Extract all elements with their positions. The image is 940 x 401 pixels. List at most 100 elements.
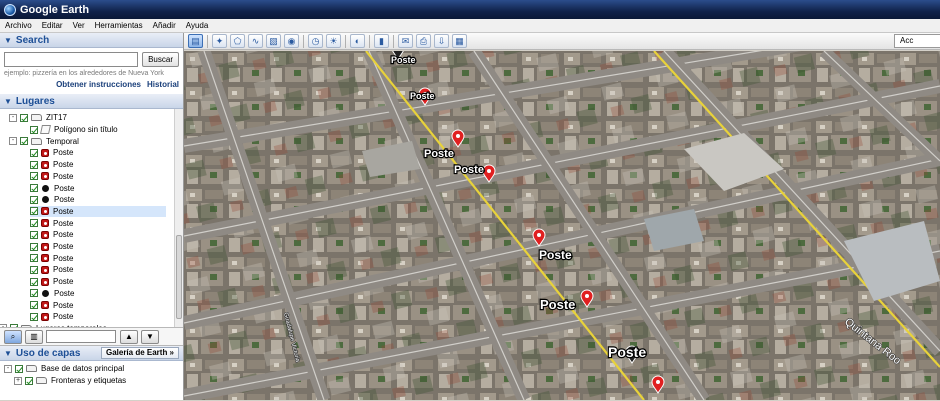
history-icon[interactable]: ◷ xyxy=(308,34,323,48)
places-item-row[interactable]: Poste xyxy=(30,276,166,288)
placemark-label: Poste xyxy=(424,148,454,160)
email-icon[interactable]: ✉ xyxy=(398,34,413,48)
places-item-label: Poste xyxy=(54,183,75,193)
sidebar-icon[interactable]: ▤ xyxy=(188,34,203,48)
visibility-checkbox[interactable] xyxy=(30,207,38,216)
places-folder-row[interactable]: - Temporal xyxy=(9,135,166,147)
visibility-checkbox[interactable] xyxy=(30,219,38,228)
places-item-row[interactable]: Poste xyxy=(30,171,166,183)
collapse-icon[interactable]: - xyxy=(0,324,7,327)
places-folder-row[interactable]: - Lugares temporales xyxy=(0,323,166,327)
maps-icon[interactable]: ▦ xyxy=(452,34,467,48)
tour-icon[interactable]: ◉ xyxy=(284,34,299,48)
places-item-row[interactable]: Poste xyxy=(30,311,166,323)
places-folder-row[interactable]: - ZIT17 xyxy=(9,112,166,124)
black-placemark-icon xyxy=(42,184,49,192)
search-input[interactable] xyxy=(4,52,139,67)
visibility-checkbox[interactable] xyxy=(30,160,38,169)
path-icon[interactable]: ∿ xyxy=(248,34,263,48)
places-item-row[interactable]: Poste xyxy=(30,205,166,218)
visibility-checkbox[interactable] xyxy=(30,230,38,239)
places-tree[interactable]: - ZIT17 Polígono sin título - Temporal Poste P… xyxy=(0,109,183,328)
places-filter-field[interactable] xyxy=(46,330,116,343)
layer-checkbox[interactable] xyxy=(15,364,23,373)
places-item-row[interactable]: Polígono sin título xyxy=(30,124,166,136)
expand-icon[interactable]: + xyxy=(14,376,22,385)
arrow-down-icon[interactable]: ▼ xyxy=(141,329,159,344)
places-item-row[interactable]: Poste xyxy=(30,229,166,241)
visibility-checkbox[interactable] xyxy=(30,172,38,181)
search-header[interactable]: ▼ Search xyxy=(0,33,183,48)
visibility-checkbox[interactable] xyxy=(30,277,38,286)
places-item-row[interactable]: Poste xyxy=(30,299,166,311)
search-places-icon[interactable]: ⌕ xyxy=(4,329,22,344)
places-item-row[interactable]: Poste xyxy=(30,182,166,194)
directions-link[interactable]: Obtener instrucciones xyxy=(56,80,141,89)
history-link[interactable]: Historial xyxy=(147,80,179,89)
menu-archivo[interactable]: Archivo xyxy=(0,21,37,30)
visibility-checkbox[interactable] xyxy=(30,301,38,310)
toggle-panel-icon[interactable]: ▥ xyxy=(25,329,43,344)
menu-herramientas[interactable]: Herramientas xyxy=(90,21,148,30)
layer-row[interactable]: + Fronteras y etiquetas xyxy=(14,375,126,387)
collapse-icon[interactable]: - xyxy=(9,113,17,122)
account-button[interactable]: Acc xyxy=(894,34,940,48)
collapse-icon[interactable]: - xyxy=(9,137,17,146)
visibility-checkbox[interactable] xyxy=(30,254,38,263)
visibility-checkbox[interactable] xyxy=(10,324,18,327)
places-item-row[interactable]: Poste xyxy=(30,217,166,229)
main-toolbar: ▤ ✦ ⬠ ∿ ▧ ◉ ◷ ☀ ◐ ▮ ✉ ⎙ ⇩ ▦ Acc xyxy=(184,33,940,50)
layers-tree[interactable]: - Base de datos principal + Fronteras y eti… xyxy=(0,361,183,401)
visibility-checkbox[interactable] xyxy=(30,265,38,274)
visibility-checkbox[interactable] xyxy=(30,195,38,204)
places-item-row[interactable]: Poste xyxy=(30,159,166,171)
sun-icon[interactable]: ☀ xyxy=(326,34,341,48)
places-item-row[interactable]: Poste xyxy=(30,194,166,206)
menu-anadir[interactable]: Añadir xyxy=(148,21,181,30)
places-scrollbar[interactable] xyxy=(174,109,183,327)
visibility-checkbox[interactable] xyxy=(30,184,38,193)
placemark-icon[interactable]: ✦ xyxy=(212,34,227,48)
layer-checkbox[interactable] xyxy=(25,376,33,385)
polygon-icon[interactable]: ⬠ xyxy=(230,34,245,48)
scrollbar-thumb[interactable] xyxy=(176,235,182,319)
pin-dot xyxy=(487,169,491,173)
places-header[interactable]: ▼ Lugares xyxy=(0,94,183,109)
places-item-row[interactable]: Poste xyxy=(30,252,166,264)
toolbar-separator xyxy=(207,34,208,48)
map-canvas[interactable]: PostePostePostePostePostePostePoste Quint… xyxy=(184,51,940,400)
visibility-checkbox[interactable] xyxy=(30,125,38,134)
image-overlay-icon[interactable]: ▧ xyxy=(266,34,281,48)
places-item-label: Poste xyxy=(53,218,74,228)
search-button[interactable]: Buscar xyxy=(142,52,179,67)
map-view[interactable]: Poste Poste Poste Poste Poste Poste Poste Quint… xyxy=(184,51,940,400)
menu-ayuda[interactable]: Ayuda xyxy=(181,21,214,30)
visibility-checkbox[interactable] xyxy=(30,148,38,157)
visibility-checkbox[interactable] xyxy=(30,242,38,251)
visibility-checkbox[interactable] xyxy=(20,137,28,146)
print-icon[interactable]: ⎙ xyxy=(416,34,431,48)
save-image-icon[interactable]: ⇩ xyxy=(434,34,449,48)
red-placemark-icon xyxy=(41,312,49,321)
search-header-label: Search xyxy=(15,34,50,46)
places-item-row[interactable]: Poste xyxy=(30,241,166,253)
placemark-label: Poste xyxy=(540,297,575,312)
places-item-row[interactable]: Poste xyxy=(30,288,166,300)
arrow-up-icon[interactable]: ▲ xyxy=(120,329,138,344)
collapse-icon[interactable]: - xyxy=(4,364,12,373)
visibility-checkbox[interactable] xyxy=(20,113,28,122)
earth-gallery-button[interactable]: Galería de Earth » xyxy=(100,347,179,359)
layers-header[interactable]: ▼ Uso de capas Galería de Earth » xyxy=(0,346,183,361)
visibility-checkbox[interactable] xyxy=(30,289,38,298)
planets-icon[interactable]: ◐ xyxy=(350,34,365,48)
places-toolbar: ⌕ ▥ ▲ ▼ xyxy=(0,328,183,346)
menu-editar[interactable]: Editar xyxy=(37,21,68,30)
folder-icon xyxy=(31,137,42,145)
places-item-row[interactable]: Poste xyxy=(30,264,166,276)
menu-ver[interactable]: Ver xyxy=(68,21,90,30)
visibility-checkbox[interactable] xyxy=(30,312,38,321)
red-placemark-icon xyxy=(41,219,49,228)
ruler-icon[interactable]: ▮ xyxy=(374,34,389,48)
places-item-row[interactable]: Poste xyxy=(30,147,166,159)
layer-row[interactable]: - Base de datos principal xyxy=(4,363,124,375)
